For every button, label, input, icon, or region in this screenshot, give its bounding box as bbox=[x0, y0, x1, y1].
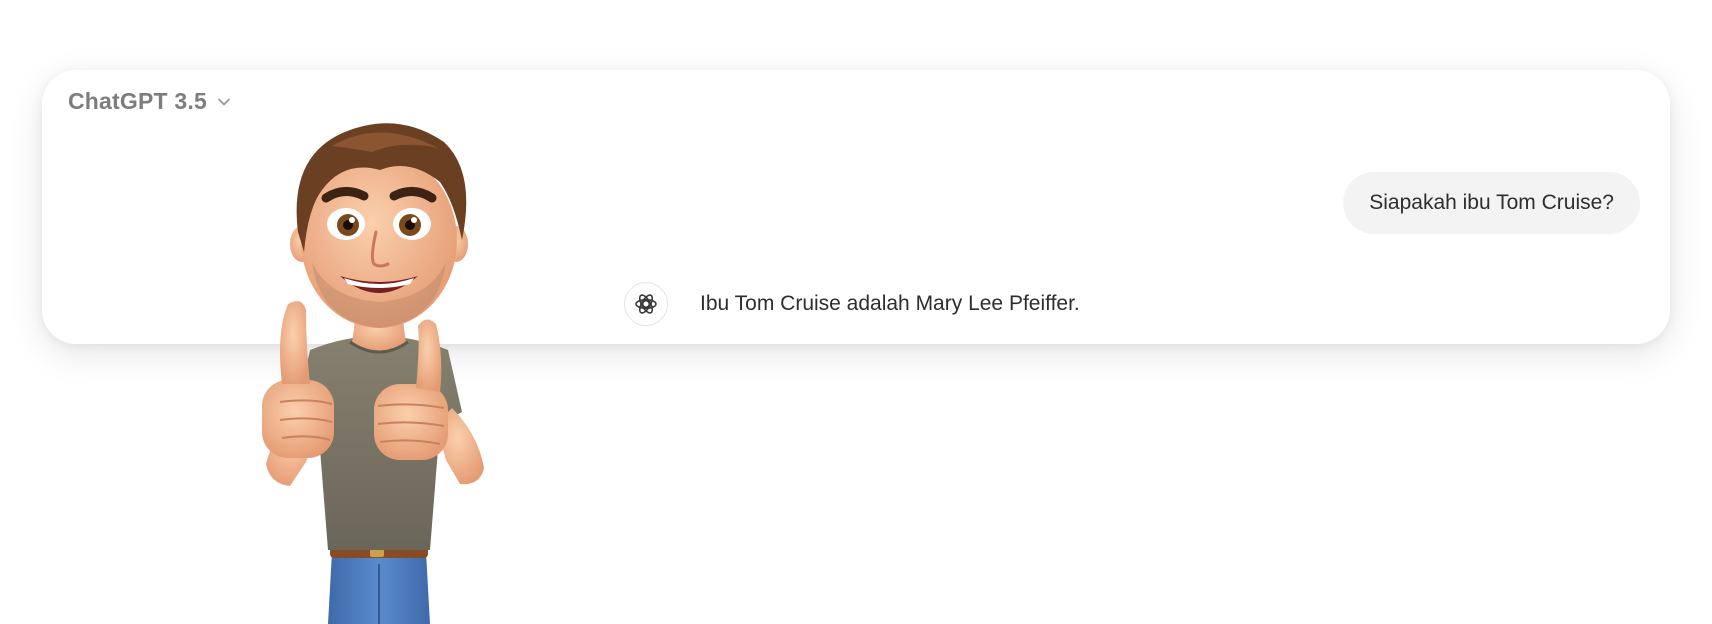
screenshot-stage: ChatGPT 3.5 Siapakah ibu Tom Cruise? Ibu… bbox=[0, 0, 1712, 624]
chevron-down-icon bbox=[218, 98, 230, 105]
openai-logo-icon bbox=[624, 282, 668, 326]
model-selector[interactable]: ChatGPT 3.5 bbox=[68, 88, 231, 115]
assistant-message-text: Ibu Tom Cruise adalah Mary Lee Pfeiffer. bbox=[700, 292, 1080, 315]
user-message-text: Siapakah ibu Tom Cruise? bbox=[1369, 191, 1614, 214]
user-message-bubble: Siapakah ibu Tom Cruise? bbox=[1343, 172, 1640, 234]
cartoon-man-thumbs-up bbox=[262, 123, 484, 624]
model-name-label: ChatGPT 3.5 bbox=[68, 88, 207, 114]
assistant-message-row: Ibu Tom Cruise adalah Mary Lee Pfeiffer. bbox=[624, 282, 1080, 326]
